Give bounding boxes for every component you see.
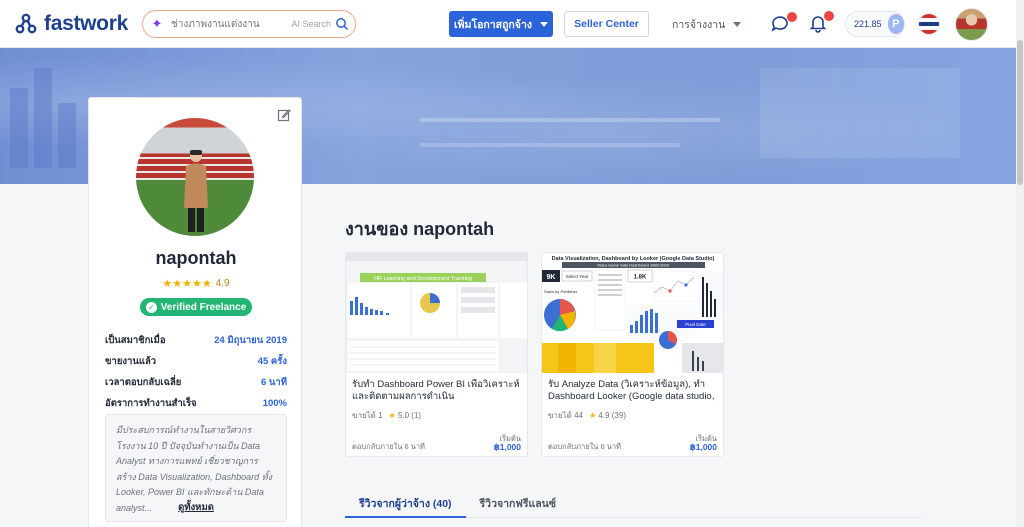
stat-value: 45 ครั้ง (257, 356, 287, 367)
thumb-kpi-2: 1.8K (634, 275, 647, 281)
thumb-kpi: 9K (547, 274, 556, 281)
hire-menu-label: การจ้างงาน (672, 18, 726, 31)
stat-success-rate: อัตราการทำงานสำเร็จ 100% (105, 393, 287, 414)
job-price: ฿1,000 (493, 442, 521, 452)
boost-hire-label: เพิ่มโอกาสถูกจ้าง (454, 18, 532, 31)
job-meta: ขายได้ 1 ★ 5.0 (1) (352, 409, 421, 422)
tab-freelancer-reviews[interactable]: รีวิวจากฟรีแลนซ์ (466, 494, 570, 518)
profile-card: napontah ★★★★★ 4.9 ✓ Verified Freelance … (88, 97, 302, 527)
job-thumbnail: Data Visualization, Dashboard by Looker … (542, 253, 723, 373)
search-input[interactable] (171, 18, 292, 30)
user-avatar[interactable] (955, 8, 988, 41)
edit-icon[interactable] (277, 108, 291, 122)
stat-value: 100% (262, 398, 287, 409)
job-meta: ขายได้ 44 ★ 4.9 (39) (548, 409, 626, 422)
boost-hire-button[interactable]: เพิ่มโอกาสถูกจ้าง (449, 11, 553, 37)
seller-center-button[interactable]: Seller Center (564, 11, 649, 37)
thumb-subtitle: Video Game Sale Dashboard 1980-2020 (597, 263, 670, 268)
points-value: 221.85 (854, 19, 882, 29)
fastwork-logo-icon (15, 13, 37, 34)
verified-label: Verified Freelance (160, 301, 247, 313)
job-card[interactable]: HR Learning and Development Tracking รับ… (345, 252, 528, 457)
stat-value: 6 นาที (260, 377, 287, 388)
seller-center-label: Seller Center (574, 18, 639, 30)
profile-bio: มีประสบการณ์ทำงานในสายวิศวกรโรงงาน 10 ปี… (105, 414, 287, 522)
job-title[interactable]: รับทำ Dashboard Power BI เพื่อวิเคราะห์แ… (352, 379, 523, 403)
bio-see-all-link[interactable]: ดูทั้งหมด (106, 500, 286, 516)
job-card[interactable]: Data Visualization, Dashboard by Looker … (541, 252, 724, 457)
scrollbar-thumb[interactable] (1017, 40, 1023, 185)
logo-text: fastwork (44, 12, 128, 35)
verified-badge: ✓ Verified Freelance (140, 298, 252, 316)
fastwork-logo[interactable]: fastwork (14, 12, 128, 36)
power-bi-dashboard-thumbnail: HR Learning and Development Tracking (346, 253, 527, 373)
profile-rating: ★★★★★ 4.9 (89, 277, 303, 290)
job-sold-count: ขายได้ 1 (352, 411, 383, 420)
top-nav: fastwork ✦ AI Search เพิ่มโอกาสถูกจ้าง S… (0, 0, 1024, 48)
points-coin-icon: P (887, 14, 904, 34)
stat-sales: ขายงานแล้ว 45 ครั้ง (105, 351, 287, 372)
stat-label: อัตราการทำงานสำเร็จ (105, 398, 197, 409)
job-response-time: ตอบกลับภายใน 6 นาที (352, 442, 425, 451)
thumb-pixel-date: Pixel Date (685, 322, 706, 327)
thumb-publisher-label: Sales by Publisher (544, 289, 578, 294)
star-icon: ★ (388, 411, 396, 420)
star-icon: ★ (589, 411, 597, 420)
profile-photo (136, 118, 254, 236)
search-icon[interactable] (335, 17, 349, 31)
hire-menu[interactable]: การจ้างงาน (672, 11, 742, 37)
thumb-select-year: Select Year (566, 274, 589, 279)
star-rating-icon: ★★★★★ (162, 278, 212, 290)
person-figure (184, 150, 208, 232)
job-sold-count: ขายได้ 44 (548, 411, 583, 420)
section-title: งานของ napontah (345, 219, 495, 239)
chevron-down-icon (539, 21, 548, 27)
ai-search-label: AI Search (291, 19, 331, 29)
reviews-tabs: รีวิวจากผู้ว่าจ้าง (40) รีวิวจากฟรีแลนซ์ (345, 494, 921, 518)
chat-notification-dot (787, 12, 797, 22)
job-price: ฿1,000 (689, 442, 717, 452)
ai-sparkle-icon: ✦ (151, 16, 163, 31)
job-rating: 5.0 (1) (397, 411, 422, 420)
bell-notification-dot (824, 11, 834, 21)
looker-dashboard-thumbnail: Data Visualization, Dashboard by Looker … (542, 253, 723, 373)
stat-member-since: เป็นสมาชิกเมื่อ 24 มิถุนายน 2019 (105, 330, 287, 351)
stat-response-time: เวลาตอบกลับเฉลี่ย 6 นาที (105, 372, 287, 393)
points-balance[interactable]: 221.85 P (845, 11, 905, 37)
profile-name: napontah (155, 248, 237, 268)
rating-value: 4.9 (215, 278, 230, 289)
profile-stats: เป็นสมาชิกเมื่อ 24 มิถุนายน 2019 ขายงานแ… (105, 330, 287, 414)
tab-client-reviews[interactable]: รีวิวจากผู้ว่าจ้าง (40) (345, 494, 466, 518)
chevron-down-icon (733, 21, 742, 27)
job-thumbnail: HR Learning and Development Tracking (346, 253, 527, 373)
thai-flag-icon[interactable] (918, 13, 940, 35)
thumb-title: Data Visualization, Dashboard by Looker … (552, 256, 715, 262)
stat-value: 24 มิถุนายน 2019 (214, 335, 287, 346)
job-rating: 4.9 (39) (598, 411, 626, 420)
stat-label: ขายงานแล้ว (105, 356, 157, 367)
job-response-time: ตอบกลับภายใน 6 นาที (548, 442, 621, 451)
page-scrollbar[interactable] (1016, 0, 1024, 527)
thumb-title: HR Learning and Development Tracking (374, 276, 472, 282)
stat-label: เวลาตอบกลับเฉลี่ย (105, 377, 182, 388)
stat-label: เป็นสมาชิกเมื่อ (105, 335, 166, 346)
check-icon: ✓ (145, 301, 157, 313)
search-box[interactable]: ✦ AI Search (142, 10, 356, 38)
job-title[interactable]: รับ Analyze Data (วิเคราะห์ข้อมูล), ทำ D… (548, 379, 719, 403)
